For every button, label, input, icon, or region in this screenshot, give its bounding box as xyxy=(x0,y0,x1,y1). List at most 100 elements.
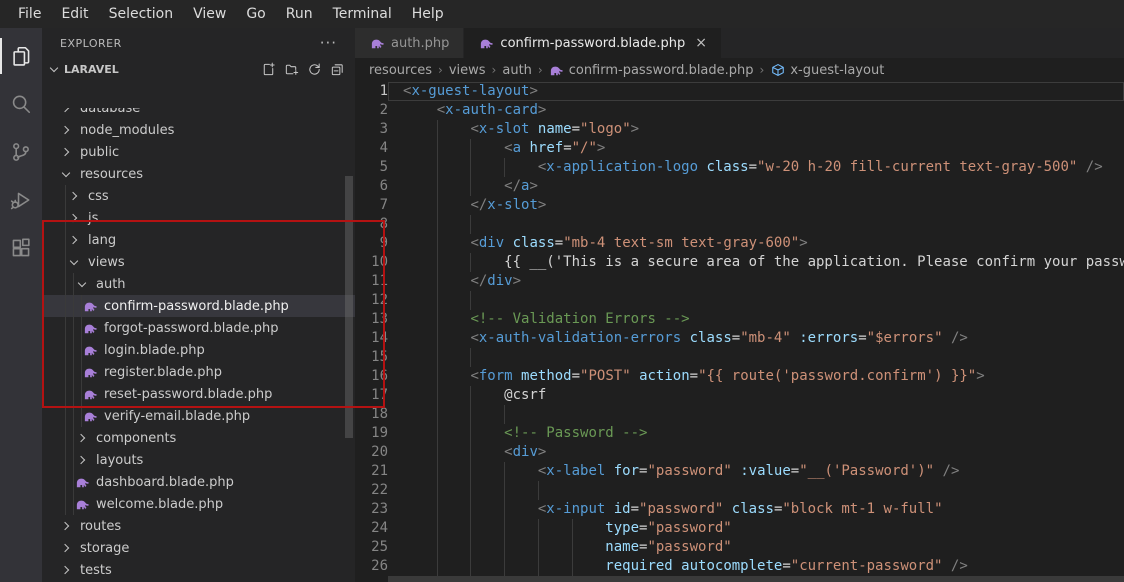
source-control-icon[interactable] xyxy=(0,128,42,176)
tree-item-label: components xyxy=(96,431,176,446)
code-line-8[interactable]: 8 xyxy=(355,215,1124,234)
code-line-3[interactable]: 3 <x-slot name="logo"> xyxy=(355,120,1124,139)
code-line-9[interactable]: 9 <div class="mb-4 text-sm text-gray-600… xyxy=(355,234,1124,253)
chevron-down-icon xyxy=(74,276,90,292)
breadcrumb-separator: › xyxy=(532,63,549,77)
code-line-2[interactable]: 2 <x-auth-card> xyxy=(355,101,1124,120)
tree-item-node-modules[interactable]: node_modules xyxy=(42,119,355,141)
tree-item-layouts[interactable]: layouts xyxy=(42,449,355,471)
tree-item-verify-email-blade-php[interactable]: verify-email.blade.php xyxy=(42,405,355,427)
tree-item-label: layouts xyxy=(96,453,143,468)
tree-item-routes[interactable]: routes xyxy=(42,515,355,537)
code-line-15[interactable]: 15 xyxy=(355,348,1124,367)
code-line-7[interactable]: 7 </x-slot> xyxy=(355,196,1124,215)
tree-item-public[interactable]: public xyxy=(42,141,355,163)
code-line-1[interactable]: 1<x-guest-layout> xyxy=(355,82,1124,101)
refresh-icon[interactable] xyxy=(307,62,322,77)
code-line-22[interactable]: 22 xyxy=(355,481,1124,500)
breadcrumb-item-resources[interactable]: resources xyxy=(369,63,432,78)
search-icon[interactable] xyxy=(0,80,42,128)
tree-item-storage[interactable]: storage xyxy=(42,537,355,559)
line-number: 4 xyxy=(355,139,388,158)
code-line-17[interactable]: 17 @csrf xyxy=(355,386,1124,405)
line-number: 16 xyxy=(355,367,388,386)
tree-item-components[interactable]: components xyxy=(42,427,355,449)
line-number: 20 xyxy=(355,443,388,462)
code-line-19[interactable]: 19 <!-- Password --> xyxy=(355,424,1124,443)
breadcrumb-item-confirm-password-blade-php[interactable]: confirm-password.blade.php xyxy=(549,62,754,78)
tree-item-resources[interactable]: resources xyxy=(42,163,355,185)
tab-auth-php[interactable]: auth.php xyxy=(355,28,464,58)
tree-item-reset-password-blade-php[interactable]: reset-password.blade.php xyxy=(42,383,355,405)
code-line-21[interactable]: 21 <x-label for="password" :value="__('P… xyxy=(355,462,1124,481)
tree-item-welcome-blade-php[interactable]: welcome.blade.php xyxy=(42,493,355,515)
breadcrumb-item-x-guest-layout[interactable]: x-guest-layout xyxy=(770,62,884,78)
code-line-13[interactable]: 13 <!-- Validation Errors --> xyxy=(355,310,1124,329)
line-number: 11 xyxy=(355,272,388,291)
tree-item-dashboard-blade-php[interactable]: dashboard.blade.php xyxy=(42,471,355,493)
line-number: 18 xyxy=(355,405,388,424)
code-line-26[interactable]: 26 required autocomplete="current-passwo… xyxy=(355,557,1124,576)
chevron-right-icon xyxy=(74,452,90,468)
line-number: 24 xyxy=(355,519,388,538)
tree-item-database[interactable]: database xyxy=(42,108,355,119)
code-line-5[interactable]: 5 <x-application-logo class="w-20 h-20 f… xyxy=(355,158,1124,177)
chevron-right-icon xyxy=(58,144,74,160)
tree-item-css[interactable]: css xyxy=(42,185,355,207)
code-line-4[interactable]: 4 <a href="/"> xyxy=(355,139,1124,158)
run-debug-icon[interactable] xyxy=(0,176,42,224)
explorer-scrollbar[interactable] xyxy=(345,176,353,438)
tree-item-lang[interactable]: lang xyxy=(42,229,355,251)
tree-item-label: tests xyxy=(80,563,112,578)
menu-item-file[interactable]: File xyxy=(8,0,51,28)
tree-item-auth[interactable]: auth xyxy=(42,273,355,295)
new-folder-icon[interactable] xyxy=(284,62,299,77)
tree-item-confirm-password-blade-php[interactable]: confirm-password.blade.php xyxy=(42,295,355,317)
editor-group: auth.php confirm-password.blade.php× res… xyxy=(355,28,1124,582)
code-line-12[interactable]: 12 xyxy=(355,291,1124,310)
menu-item-help[interactable]: Help xyxy=(402,0,454,28)
new-file-icon[interactable] xyxy=(261,62,276,77)
code-editor[interactable]: 1<x-guest-layout>2 <x-auth-card>3 <x-slo… xyxy=(355,82,1124,582)
menu-item-view[interactable]: View xyxy=(183,0,236,28)
code-line-23[interactable]: 23 <x-input id="password" class="block m… xyxy=(355,500,1124,519)
menu-item-run[interactable]: Run xyxy=(276,0,323,28)
blade-elephant-icon xyxy=(83,409,98,424)
tree-item-label: node_modules xyxy=(80,123,174,138)
code-line-6[interactable]: 6 </a> xyxy=(355,177,1124,196)
code-line-25[interactable]: 25 name="password" xyxy=(355,538,1124,557)
code-line-20[interactable]: 20 <div> xyxy=(355,443,1124,462)
collapse-all-icon[interactable] xyxy=(330,62,345,77)
code-line-14[interactable]: 14 <x-auth-validation-errors class="mb-4… xyxy=(355,329,1124,348)
menu-item-selection[interactable]: Selection xyxy=(99,0,184,28)
tree-item-forgot-password-blade-php[interactable]: forgot-password.blade.php xyxy=(42,317,355,339)
project-section-header[interactable]: LARAVEL xyxy=(42,58,355,80)
tree-item-register-blade-php[interactable]: register.blade.php xyxy=(42,361,355,383)
line-number: 17 xyxy=(355,386,388,405)
extensions-icon[interactable] xyxy=(0,224,42,272)
close-icon[interactable]: × xyxy=(695,35,707,51)
chevron-right-icon xyxy=(66,188,82,204)
editor-horizontal-scrollbar[interactable] xyxy=(388,576,1124,582)
code-line-18[interactable]: 18 xyxy=(355,405,1124,424)
code-line-10[interactable]: 10 {{ __('This is a secure area of the a… xyxy=(355,253,1124,272)
breadcrumb-item-auth[interactable]: auth xyxy=(502,63,532,78)
tree-item-login-blade-php[interactable]: login.blade.php xyxy=(42,339,355,361)
code-line-24[interactable]: 24 type="password" xyxy=(355,519,1124,538)
tab-confirm-password-blade-php[interactable]: confirm-password.blade.php× xyxy=(464,28,722,58)
code-line-16[interactable]: 16 <form method="POST" action="{{ route(… xyxy=(355,367,1124,386)
menu-item-edit[interactable]: Edit xyxy=(51,0,98,28)
tree-item-label: css xyxy=(88,189,109,204)
explorer-title: EXPLORER xyxy=(60,37,122,50)
tree-item-tests[interactable]: tests xyxy=(42,559,355,581)
menu-item-terminal[interactable]: Terminal xyxy=(323,0,402,28)
code-line-11[interactable]: 11 </div> xyxy=(355,272,1124,291)
explorer-more-actions-icon[interactable]: ··· xyxy=(320,34,337,52)
breadcrumb-item-views[interactable]: views xyxy=(449,63,486,78)
blade-elephant-icon xyxy=(83,299,98,314)
tree-item-views[interactable]: views xyxy=(42,251,355,273)
menu-item-go[interactable]: Go xyxy=(236,0,275,28)
tree-item-js[interactable]: js xyxy=(42,207,355,229)
explorer-icon[interactable] xyxy=(0,32,42,80)
chevron-down-icon xyxy=(46,61,62,77)
